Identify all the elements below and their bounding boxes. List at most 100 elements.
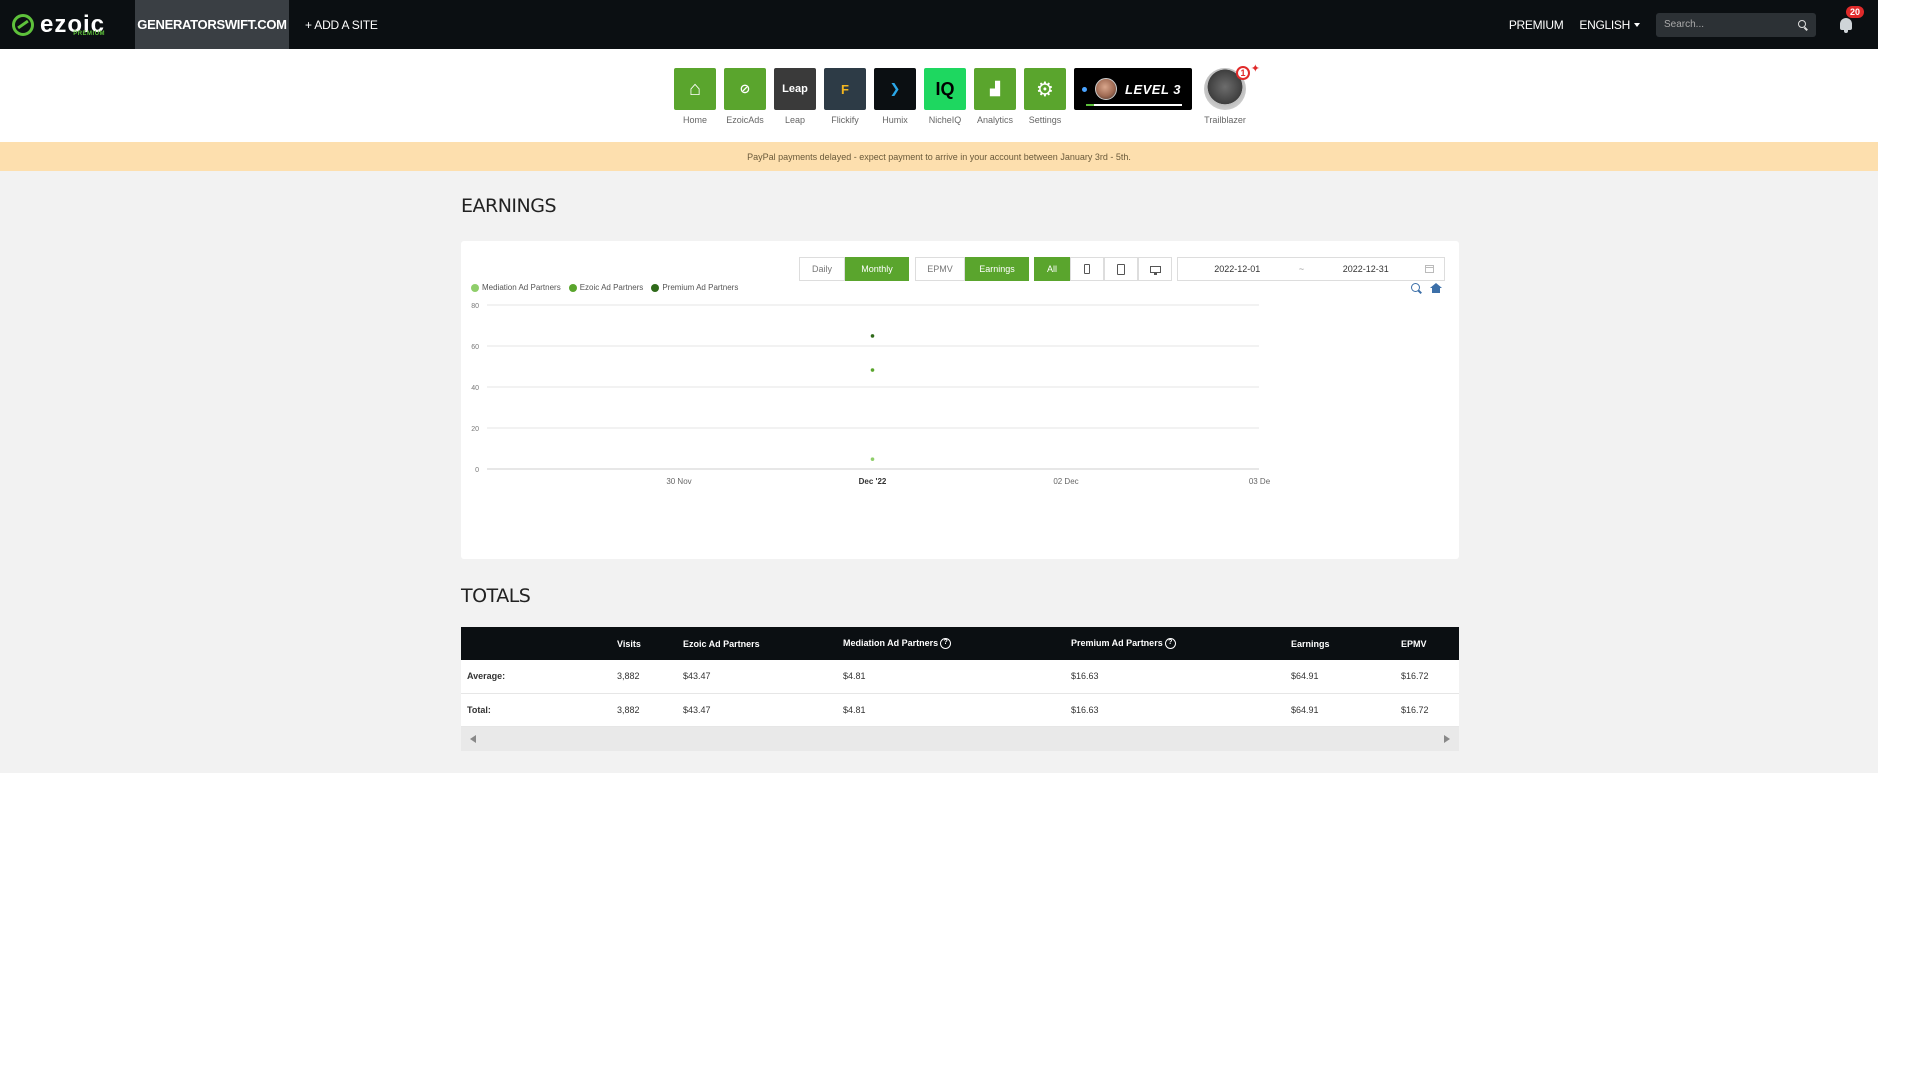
legend-item[interactable]: Premium Ad Partners [651,283,738,292]
ezoic-logo[interactable]: ezoic PREMIUM [0,0,135,49]
epmv-button[interactable]: EPMV [915,257,965,281]
search-input[interactable] [1664,19,1798,30]
totals-table-wrapper: Visits Ezoic Ad Partners Mediation Ad Part… [461,627,1459,751]
app-label: Analytics [976,115,1013,125]
x-tick-label: 30 Nov [666,477,691,486]
scroll-left-arrow-icon[interactable] [470,734,476,743]
app-analytics[interactable]: ▟ Analytics [974,68,1016,125]
table-cell: $16.72 [1401,671,1429,682]
help-icon[interactable]: ? [940,638,952,650]
horizontal-scrollbar[interactable] [461,726,1459,751]
date-range-picker[interactable]: 2022-12-01 ~ 2022-12-31 [1177,257,1445,281]
app-nicheiq[interactable]: IQ NicheIQ [924,68,966,125]
level-badge[interactable]: LEVEL 3 [1074,68,1192,110]
main-content: EARNINGS Daily Monthly EPMV Earnings All… [0,171,1878,773]
y-tick-label: 80 [471,303,479,310]
metric-toggle: EPMV Earnings [915,257,1029,281]
earnings-button[interactable]: Earnings [965,257,1029,281]
app-label: Leap [784,115,806,125]
table-cell: $43.47 [683,671,711,682]
table-header-row: Visits Ezoic Ad Partners Mediation Ad Part… [461,627,1459,660]
premium-link[interactable]: PREMIUM [1509,18,1564,32]
chart-legend: Mediation Ad Partners Ezoic Ad Partners Pr… [471,283,738,292]
earnings-title: EARNINGS [461,195,557,217]
column-header: Premium Ad Partners? [1065,627,1285,660]
app-ezoicads[interactable]: ⊘ EzoicAds [724,68,766,125]
column-header: Ezoic Ad Partners [677,627,837,660]
notifications-button[interactable]: 20 [1838,5,1865,34]
language-dropdown[interactable]: ENGLISH [1579,18,1640,32]
monthly-button[interactable]: Monthly [845,257,909,281]
column-header-label: Mediation Ad Partners [843,637,939,648]
flickify-icon: F [824,68,866,110]
app-leap[interactable]: Leap Leap [774,68,816,125]
period-toggle: Daily Monthly [799,257,909,281]
payment-notice-banner: PayPal payments delayed - expect payment… [0,142,1878,171]
data-point[interactable] [870,457,875,461]
x-tick-label: 02 Dec [1053,477,1078,486]
table-cell: $43.47 [683,704,711,715]
sparkle-icon: ✦ [1250,63,1260,75]
calendar-icon[interactable] [1425,265,1434,273]
table-body: Average: 3,882 $43.47 $4.81 $16.63 $64.91 $16.… [461,660,1459,726]
mobile-device-button[interactable] [1070,257,1104,281]
column-header: Visits [611,627,677,660]
app-settings[interactable]: ⚙ Settings [1024,68,1066,125]
top-navigation-bar: ezoic PREMIUM GENERATORSWIFT.COM + ADD A… [0,0,1878,49]
data-point[interactable] [870,334,875,338]
column-header [461,627,611,660]
table-cell: Total: [467,704,491,715]
y-tick-label: 0 [475,467,479,474]
x-tick-label: Dec '22 [859,477,887,486]
app-label: NicheIQ [928,115,962,125]
chart-tools [1411,283,1442,294]
legend-item[interactable]: Ezoic Ad Partners [568,283,643,292]
app-label: Home [682,115,707,125]
tablet-device-button[interactable] [1104,257,1138,281]
trailblazer-badge: 1 [1236,66,1250,80]
desktop-device-button[interactable] [1138,257,1172,281]
app-home[interactable]: ⌂ Home [674,68,716,125]
zoom-icon[interactable] [1411,283,1422,294]
add-site-link[interactable]: + ADD A SITE [305,18,378,32]
home-icon: ⌂ [674,68,716,110]
bell-icon [1840,17,1852,30]
help-icon[interactable]: ? [1164,638,1176,650]
app-humix[interactable]: ❯ Humix [874,68,916,125]
earnings-chart-panel: Daily Monthly EPMV Earnings All 2022-12-… [461,241,1459,559]
all-devices-button[interactable]: All [1034,257,1070,281]
daily-button[interactable]: Daily [799,257,845,281]
column-header-label: Premium Ad Partners [1071,637,1163,648]
table-cell: $4.81 [843,671,866,682]
device-toggle: All [1034,257,1172,281]
scroll-right-arrow-icon[interactable] [1444,734,1450,743]
y-tick-label: 20 [471,426,479,433]
level-text: LEVEL 3 [1125,81,1182,97]
date-end[interactable]: 2022-12-31 [1307,264,1426,274]
mobile-icon [1084,264,1090,274]
site-selector[interactable]: GENERATORSWIFT.COM [135,0,289,49]
app-flickify[interactable]: F Flickify [824,68,866,125]
table-cell: 3,882 [617,671,640,682]
legend-label: Premium Ad Partners [662,283,739,292]
avatar [1095,78,1117,100]
app-label: Settings [1028,115,1062,125]
status-dot-icon [1082,86,1087,92]
column-header-label: Ezoic Ad Partners [683,638,760,649]
column-header: EPMV [1395,627,1459,660]
data-point[interactable] [870,368,875,372]
table-cell: $16.63 [1071,671,1099,682]
date-start[interactable]: 2022-12-01 [1178,264,1297,274]
humix-icon: ❯ [874,68,916,110]
trailblazer-button[interactable]: 1 ✦ Trailblazer [1204,63,1260,125]
table-cell: $4.81 [843,704,866,715]
search-icon[interactable] [1798,19,1808,30]
legend-label: Mediation Ad Partners [482,283,561,292]
search-box [1656,12,1816,37]
caret-down-icon [1634,23,1640,28]
reset-zoom-home-icon[interactable] [1430,283,1442,294]
table-cell: Average: [467,671,506,682]
astronaut-icon: 1 ✦ [1204,63,1260,110]
legend-item[interactable]: Mediation Ad Partners [471,283,561,292]
column-header: Mediation Ad Partners? [837,627,1065,660]
